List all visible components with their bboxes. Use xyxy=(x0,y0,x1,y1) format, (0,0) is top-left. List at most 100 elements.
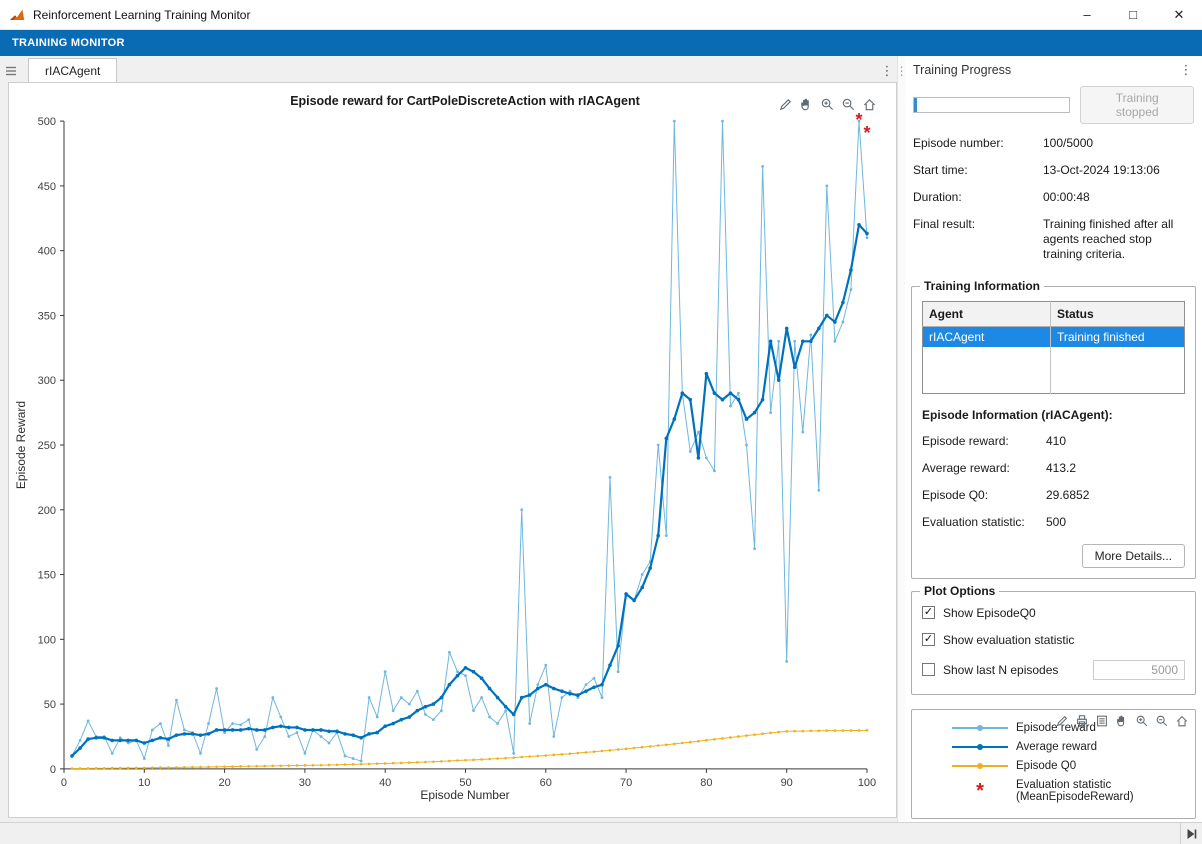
table-empty-area xyxy=(923,347,1185,393)
column-header-status[interactable]: Status xyxy=(1051,302,1185,327)
field-start-time: Start time: 13-Oct-2024 19:13:06 xyxy=(913,163,1194,178)
svg-text:40: 40 xyxy=(379,777,391,789)
svg-text:0: 0 xyxy=(50,764,56,776)
svg-text:*: * xyxy=(855,110,862,130)
toolstrip: TRAINING MONITOR xyxy=(0,30,1202,56)
checkbox-show-evaluation-statistic[interactable]: Show evaluation statistic xyxy=(922,633,1185,647)
episode-info-title: Episode Information (rIACAgent): xyxy=(922,408,1185,422)
field-duration: Duration: 00:00:48 xyxy=(913,190,1194,205)
layout-icon[interactable] xyxy=(1093,712,1111,730)
close-button[interactable]: ✕ xyxy=(1156,0,1202,29)
svg-text:350: 350 xyxy=(38,310,56,322)
legend-item-episode-q0[interactable]: Episode Q0 xyxy=(918,760,1189,772)
svg-text:30: 30 xyxy=(299,777,311,789)
svg-text:300: 300 xyxy=(38,375,56,387)
brush-icon[interactable] xyxy=(1053,712,1071,730)
svg-text:60: 60 xyxy=(540,777,552,789)
field-average-reward: Average reward: 413.2 xyxy=(922,461,1185,476)
document-area: rIACAgent ⋮ Episode reward for CartPoleD… xyxy=(0,56,897,822)
group-title: Training Information xyxy=(920,279,1044,293)
pan-icon[interactable] xyxy=(797,95,815,113)
svg-text:0: 0 xyxy=(61,777,67,789)
checkbox-icon xyxy=(922,606,935,619)
svg-text:100: 100 xyxy=(38,634,56,646)
checkbox-show-episodeq0[interactable]: Show EpisodeQ0 xyxy=(922,606,1185,620)
maximize-button[interactable]: □ xyxy=(1110,0,1156,29)
y-axis-label: Episode Reward xyxy=(14,401,28,489)
bottom-scrollbar[interactable] xyxy=(0,822,1202,844)
checkbox-icon xyxy=(922,633,935,646)
field-episode-reward: Episode reward: 410 xyxy=(922,434,1185,449)
svg-text:50: 50 xyxy=(44,699,56,711)
legend-asterisk-icon: * xyxy=(952,786,1008,796)
more-details-button[interactable]: More Details... xyxy=(1082,544,1185,568)
axes-toolbar xyxy=(776,95,878,113)
checkbox-show-last-n-episodes[interactable]: Show last N episodes xyxy=(922,660,1185,680)
legend-hover-toolbar xyxy=(1053,712,1191,730)
svg-text:80: 80 xyxy=(700,777,712,789)
window-controls: – □ ✕ xyxy=(1064,0,1202,29)
svg-text:400: 400 xyxy=(38,246,56,258)
svg-text:250: 250 xyxy=(38,440,56,452)
chart-panel[interactable]: Episode reward for CartPoleDiscreteActio… xyxy=(8,82,897,818)
training-information-group: Training Information Agent Status rIACAg… xyxy=(911,286,1196,579)
pan-icon[interactable] xyxy=(1113,712,1131,730)
print-icon[interactable] xyxy=(1073,712,1091,730)
expand-right-icon[interactable] xyxy=(1180,823,1202,844)
column-header-agent[interactable]: Agent xyxy=(923,302,1051,327)
legend-item-evaluation-statistic[interactable]: * Evaluation statistic (MeanEpisodeRewar… xyxy=(918,779,1189,803)
window-title: Reinforcement Learning Training Monitor xyxy=(33,8,250,22)
document-tabstrip: rIACAgent ⋮ xyxy=(0,56,897,82)
field-episode-q0: Episode Q0: 29.6852 xyxy=(922,488,1185,503)
checkbox-icon xyxy=(922,663,935,676)
minimize-button[interactable]: – xyxy=(1064,0,1110,29)
summary-fields: Episode number: 100/5000 Start time: 13-… xyxy=(905,124,1202,274)
svg-text:*: * xyxy=(863,123,870,143)
group-title: Plot Options xyxy=(920,584,999,598)
table-row[interactable]: rIACAgent Training finished xyxy=(923,327,1185,348)
training-progress-panel: Training Progress ⋮ Training stopped Epi… xyxy=(905,56,1202,822)
zoom-out-icon[interactable] xyxy=(839,95,857,113)
svg-text:200: 200 xyxy=(38,505,56,517)
episode-reward-chart[interactable]: Episode reward for CartPoleDiscreteActio… xyxy=(9,83,896,817)
field-evaluation-statistic: Evaluation statistic: 500 xyxy=(922,515,1185,530)
zoom-out-icon[interactable] xyxy=(1153,712,1171,730)
chart-title: Episode reward for CartPoleDiscreteActio… xyxy=(290,94,640,108)
panel-splitter[interactable]: ⋮ xyxy=(897,56,905,822)
home-icon[interactable] xyxy=(1173,712,1191,730)
training-stopped-button[interactable]: Training stopped xyxy=(1080,86,1194,124)
legend-item-average-reward[interactable]: Average reward xyxy=(918,741,1189,753)
svg-text:90: 90 xyxy=(781,777,793,789)
panel-actions-icon[interactable]: ⋮ xyxy=(1176,59,1196,81)
field-final-result: Final result: Training finished after al… xyxy=(913,217,1194,262)
svg-text:20: 20 xyxy=(218,777,230,789)
panel-header: Training Progress ⋮ xyxy=(905,56,1202,84)
chart-legend: Episode reward Average reward Episode Q0… xyxy=(911,709,1196,819)
tab-rlacagent[interactable]: rIACAgent xyxy=(28,58,117,82)
panel-title: Training Progress xyxy=(913,63,1011,77)
home-icon[interactable] xyxy=(860,95,878,113)
zoom-in-icon[interactable] xyxy=(818,95,836,113)
progress-row: Training stopped xyxy=(905,84,1202,124)
toolstrip-tab-training-monitor[interactable]: TRAINING MONITOR xyxy=(0,37,137,49)
x-axis-label: Episode Number xyxy=(420,788,509,802)
brush-icon[interactable] xyxy=(776,95,794,113)
plot-options-group: Plot Options Show EpisodeQ0 Show evaluat… xyxy=(911,591,1196,695)
legend-line-average-reward-icon xyxy=(952,743,1008,751)
svg-text:500: 500 xyxy=(38,116,56,128)
svg-text:50: 50 xyxy=(459,777,471,789)
document-bar-menu-icon[interactable] xyxy=(2,60,20,82)
titlebar: Reinforcement Learning Training Monitor … xyxy=(0,0,1202,30)
last-n-episodes-input[interactable] xyxy=(1093,660,1185,680)
tab-label: rIACAgent xyxy=(45,64,100,78)
field-episode-number: Episode number: 100/5000 xyxy=(913,136,1194,151)
legend-line-episode-q0-icon xyxy=(952,762,1008,770)
progress-fill xyxy=(914,98,917,112)
svg-text:10: 10 xyxy=(138,777,150,789)
svg-text:450: 450 xyxy=(38,181,56,193)
agent-status-table[interactable]: Agent Status rIACAgent Training finished xyxy=(922,301,1185,394)
svg-text:150: 150 xyxy=(38,570,56,582)
zoom-in-icon[interactable] xyxy=(1133,712,1151,730)
tab-actions-icon[interactable]: ⋮ xyxy=(877,60,897,82)
svg-text:100: 100 xyxy=(858,777,876,789)
